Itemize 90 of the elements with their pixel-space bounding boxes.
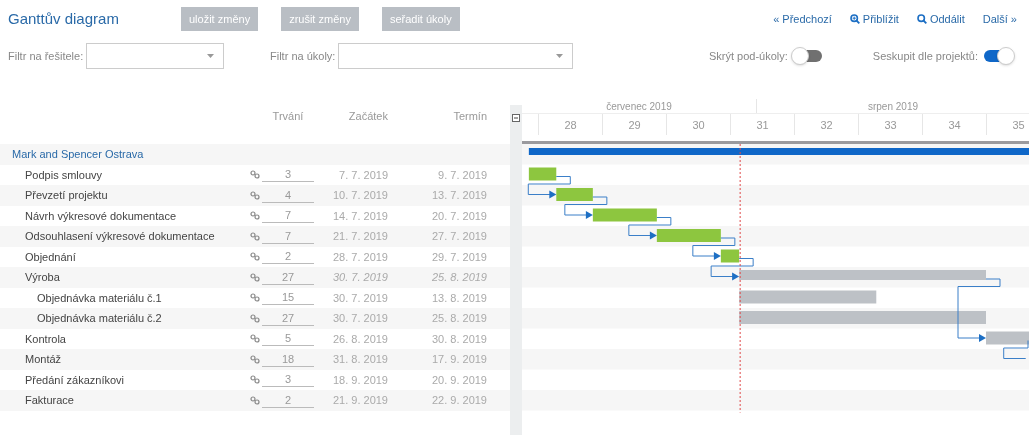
task-name[interactable]: Kontrola bbox=[0, 330, 250, 347]
toggle-label: Skrýt pod-úkoly: bbox=[708, 48, 788, 64]
nav-link[interactable]: « Předchozí bbox=[773, 10, 832, 28]
start-date: 30. 7. 2019 bbox=[331, 270, 388, 285]
dependency-arrow bbox=[564, 196, 608, 219]
nav-link[interactable]: Další » bbox=[982, 10, 1017, 28]
task-name[interactable]: Fakturace bbox=[0, 392, 250, 409]
start-date: 30. 7. 2019 bbox=[331, 311, 388, 326]
task-bar[interactable] bbox=[592, 208, 657, 222]
end-date: 25. 8. 2019 bbox=[430, 311, 487, 326]
duration-field[interactable]: 2 bbox=[262, 249, 314, 265]
end-date: 25. 8. 2019 bbox=[430, 270, 487, 285]
end-date: 30. 8. 2019 bbox=[430, 331, 487, 347]
start-date: 31. 8. 2019 bbox=[331, 352, 388, 367]
task-name[interactable]: Předání zákazníkovi bbox=[0, 371, 250, 388]
week-label: 28 bbox=[538, 114, 602, 135]
end-date: 13. 8. 2019 bbox=[430, 290, 487, 306]
start-date: 18. 9. 2019 bbox=[331, 372, 388, 388]
caret-icon bbox=[207, 54, 215, 58]
caret-icon bbox=[556, 54, 564, 58]
start-date: 7. 7. 2019 bbox=[338, 167, 388, 183]
link-icon[interactable] bbox=[250, 375, 260, 385]
collapse-icon[interactable] bbox=[512, 114, 520, 122]
task-bar[interactable] bbox=[528, 167, 557, 181]
end-date: 17. 9. 2019 bbox=[430, 352, 487, 367]
task-name[interactable]: Podpis smlouvy bbox=[0, 166, 250, 183]
week-label: 32 bbox=[794, 114, 858, 135]
week-label: 35 bbox=[986, 114, 1029, 135]
week-label: 30 bbox=[666, 114, 730, 135]
duration-field[interactable]: 5 bbox=[262, 331, 314, 347]
week-label: 29 bbox=[602, 114, 666, 135]
task-bar[interactable] bbox=[720, 249, 740, 263]
month-label: červenec 2019 bbox=[522, 99, 757, 113]
end-date: 20. 7. 2019 bbox=[430, 208, 487, 224]
month-label: srpen 2019 bbox=[866, 100, 919, 113]
start-date: 28. 7. 2019 bbox=[331, 249, 388, 265]
filter-label: Filtr na úkoly: bbox=[270, 48, 336, 64]
column-header: Začátek bbox=[347, 108, 388, 124]
week-label: 34 bbox=[922, 114, 986, 135]
task-name[interactable]: Odsouhlasení výkresové dokumentace bbox=[0, 228, 250, 245]
task-name[interactable]: Návrh výkresové dokumentace bbox=[0, 207, 250, 224]
task-name[interactable]: Objednání bbox=[0, 248, 250, 265]
link-icon[interactable] bbox=[250, 272, 260, 282]
link-icon[interactable] bbox=[250, 252, 260, 262]
start-date: 21. 7. 2019 bbox=[331, 229, 388, 244]
link-icon[interactable] bbox=[250, 395, 260, 405]
end-date: 13. 7. 2019 bbox=[430, 188, 487, 203]
end-date: 20. 9. 2019 bbox=[430, 372, 487, 388]
dependency-arrow bbox=[710, 258, 754, 281]
link-icon[interactable] bbox=[250, 313, 260, 323]
nav-link[interactable]: Přiblížit bbox=[849, 10, 899, 28]
task-name[interactable]: Objednávka materiálu č.2 bbox=[0, 310, 250, 327]
start-date: 30. 7. 2019 bbox=[331, 290, 388, 306]
link-icon[interactable] bbox=[250, 211, 260, 221]
dependency-arrow bbox=[692, 237, 736, 260]
task-name[interactable]: Výroba bbox=[0, 269, 250, 286]
page-title: Ganttův diagram bbox=[8, 8, 120, 29]
start-date: 21. 9. 2019 bbox=[331, 393, 388, 408]
dependency-arrow bbox=[628, 217, 672, 240]
duration-field[interactable]: 7 bbox=[262, 208, 314, 224]
end-date: 29. 7. 2019 bbox=[430, 249, 487, 265]
zoom-in-icon bbox=[849, 14, 860, 24]
end-date: 9. 7. 2019 bbox=[437, 167, 487, 183]
link-icon[interactable] bbox=[250, 354, 260, 364]
task-name[interactable]: Montáž bbox=[0, 351, 250, 368]
toggle-label: Seskupit dle projektů: bbox=[872, 48, 978, 64]
assignee-select[interactable] bbox=[86, 43, 225, 69]
start-date: 26. 8. 2019 bbox=[331, 331, 388, 347]
dependency-arrow bbox=[957, 278, 1001, 342]
link-icon[interactable] bbox=[250, 190, 260, 200]
end-date: 22. 9. 2019 bbox=[430, 393, 487, 408]
end-date: 27. 7. 2019 bbox=[430, 229, 487, 244]
task-select[interactable] bbox=[338, 43, 574, 69]
link-icon[interactable] bbox=[250, 170, 260, 180]
zoom-out-icon bbox=[916, 14, 927, 24]
link-icon[interactable] bbox=[250, 231, 260, 241]
filter-label: Filtr na řešitele: bbox=[8, 48, 84, 64]
dependency-arrow bbox=[527, 176, 571, 199]
week-label: 33 bbox=[858, 114, 922, 135]
column-header: Termín bbox=[452, 108, 487, 124]
nav-link[interactable]: Oddálit bbox=[916, 10, 965, 28]
column-header: Trvání bbox=[271, 108, 305, 124]
task-name[interactable]: Objednávka materiálu č.1 bbox=[0, 289, 250, 306]
task-name[interactable]: Převzetí projektu bbox=[0, 187, 250, 204]
link-icon[interactable] bbox=[250, 334, 260, 344]
start-date: 10. 7. 2019 bbox=[331, 188, 388, 203]
duration-field[interactable]: 15 bbox=[262, 290, 314, 306]
week-label: 31 bbox=[730, 114, 794, 135]
start-date: 14. 7. 2019 bbox=[331, 208, 388, 224]
link-icon[interactable] bbox=[250, 293, 260, 303]
